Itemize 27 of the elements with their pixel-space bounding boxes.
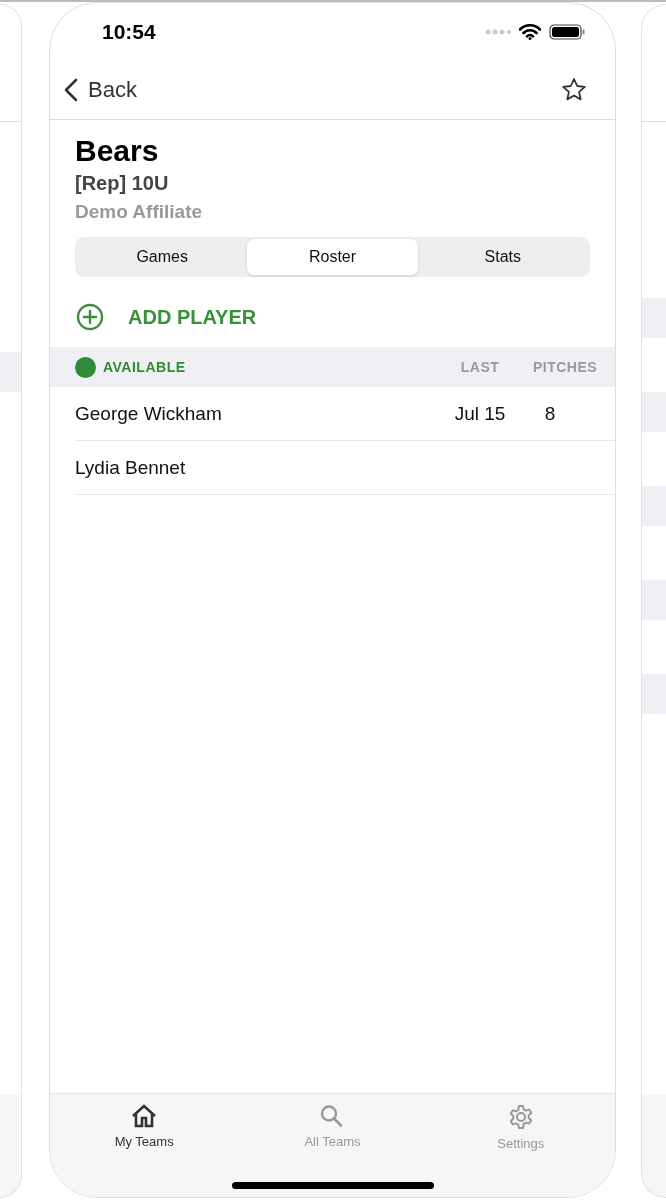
player-name: George Wickham: [75, 402, 223, 425]
signal-icon: [485, 29, 511, 35]
player-name: Lydia Bennet: [75, 456, 187, 479]
player-row[interactable]: George Wickham Jul 15 8: [75, 387, 615, 441]
last-date: Jul 15: [453, 402, 507, 425]
chevron-left-icon: [64, 78, 78, 102]
settings-icon: [507, 1104, 534, 1130]
star-icon[interactable]: [561, 77, 587, 103]
pitch-count: 8: [543, 402, 557, 425]
team-level: [Rep] 10U: [75, 172, 170, 195]
battery-icon: [549, 24, 585, 40]
add-player-button[interactable]: ADD PLAYER: [76, 303, 257, 331]
column-header: PITCHES: [531, 359, 599, 375]
team-name: Bears: [75, 134, 160, 168]
wifi-icon: [519, 24, 541, 40]
section-title: AVAILABLE: [103, 359, 187, 375]
tab-bar-item[interactable]: My Teams: [84, 1104, 205, 1149]
column-header: LAST: [459, 359, 501, 375]
plus-circle-icon: [76, 303, 104, 331]
status-time: 10:54: [102, 20, 156, 44]
home-icon: [131, 1104, 158, 1128]
segment-tab[interactable]: Roster: [247, 239, 418, 275]
player-row[interactable]: Lydia Bennet: [75, 441, 615, 495]
back-button[interactable]: Back: [64, 77, 137, 103]
segment-tab[interactable]: Stats: [417, 239, 588, 275]
segment-tab[interactable]: Games: [77, 239, 248, 275]
team-affiliate: Demo Affiliate: [75, 201, 204, 223]
